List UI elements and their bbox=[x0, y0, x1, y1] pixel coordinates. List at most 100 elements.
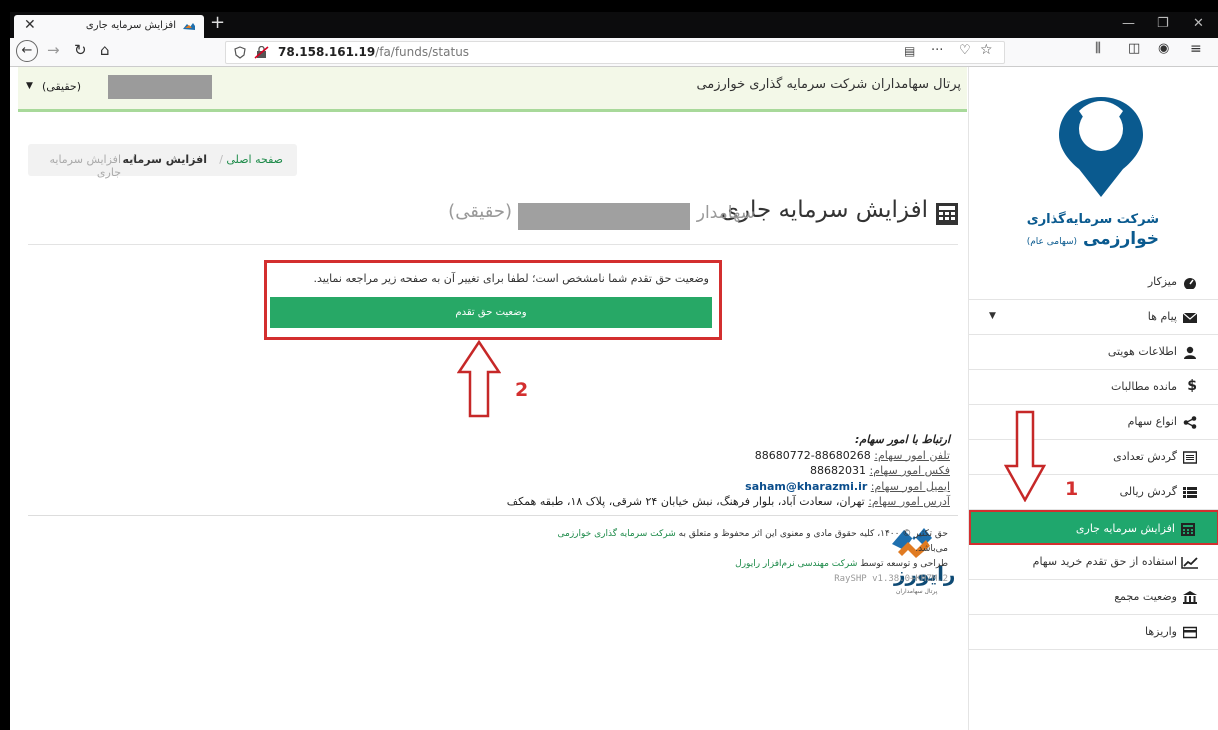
sidebar-item-label: استفاده از حق تقدم خرید سهام bbox=[1032, 555, 1177, 568]
redacted-user-name bbox=[108, 75, 212, 99]
annotation-arrow-down-icon bbox=[1004, 410, 1046, 502]
sidebar-item-dashboard[interactable]: میزکار bbox=[969, 265, 1218, 300]
sidebar-item-balance[interactable]: $ مانده مطالبات bbox=[969, 370, 1218, 405]
user-type: (حقیقی) bbox=[42, 80, 81, 93]
page-actions-icon[interactable]: ··· bbox=[931, 43, 943, 58]
rayvarz-brand-sub: پرتال سهامداران bbox=[896, 588, 938, 595]
window-close-icon[interactable]: ✕ bbox=[1193, 16, 1204, 31]
portal-header: پرتال سهامداران شرکت سرمایه گذاری خوارزم… bbox=[18, 67, 967, 112]
pocket-icon[interactable]: ♡ bbox=[959, 43, 971, 58]
chevron-down-icon: ▼ bbox=[26, 81, 33, 91]
calculator-icon bbox=[936, 203, 958, 225]
breadcrumb-current: افزایش سرمایه جاری bbox=[49, 153, 121, 179]
address-label: آدرس امور سهام: bbox=[868, 495, 950, 508]
reload-icon[interactable]: ↻ bbox=[74, 41, 87, 59]
email-label: ایمیل امور سهام: bbox=[870, 479, 950, 493]
account-icon[interactable]: ◉ bbox=[1158, 41, 1169, 56]
company-name-line2: خوارزمی (سهامی عام) bbox=[1027, 229, 1159, 249]
credit-card-icon bbox=[1183, 626, 1197, 639]
phone-label: تلفن امور سهام: bbox=[874, 448, 950, 462]
sidebar-item-priority-rights[interactable]: استفاده از حق تقدم خرید سهام bbox=[969, 545, 1218, 580]
redacted-shareholder-name bbox=[518, 203, 690, 230]
copyright-line: حق تکثیر © ۱۴۰۰، کلیه حقوق مادی و معنوی … bbox=[558, 527, 949, 542]
chevron-down-icon: ▼ bbox=[989, 311, 996, 321]
sidebar-item-label: افزایش سرمایه جاری bbox=[1075, 522, 1175, 535]
sidebar-item-deposits[interactable]: واریزها bbox=[969, 615, 1218, 650]
company-name-line1: شرکت سرمایه‌گذاری bbox=[1026, 212, 1159, 227]
dashboard-icon bbox=[1184, 278, 1196, 289]
sidebar-item-label: انواع سهام bbox=[1127, 415, 1177, 428]
fax-label: فکس امور سهام: bbox=[869, 464, 950, 477]
breadcrumb-separator: / bbox=[131, 153, 135, 166]
annotation-arrow-up-icon bbox=[457, 340, 501, 418]
company-logo bbox=[1059, 97, 1143, 197]
email-link[interactable]: saham@kharazmi.ir bbox=[745, 480, 867, 493]
contact-info: ارتباط با امور سهام: تلفن امور سهام: 886… bbox=[507, 432, 950, 510]
bookmark-star-icon[interactable]: ☆ bbox=[980, 42, 993, 58]
priority-status-button[interactable]: وضعیت حق تقدم bbox=[270, 297, 712, 328]
sidebar-item-messages[interactable]: پیام ها ▼ bbox=[969, 300, 1218, 335]
tab-close-icon[interactable]: ✕ bbox=[24, 17, 36, 33]
address-bar[interactable]: 78.158.161.19/fa/funds/status ▤ ··· ♡ ☆ bbox=[225, 41, 1005, 64]
phone-value: 88680268-88680772 bbox=[754, 448, 871, 462]
contact-title: ارتباط با امور سهام: bbox=[855, 433, 950, 446]
url-path: /fa/funds/status bbox=[375, 45, 470, 59]
company-name: شرکت سرمایه‌گذاری خوارزمی (سهامی عام) bbox=[1027, 212, 1159, 249]
breadcrumb: صفحه اصلی / افزایش سرمایه / افزایش سرمای… bbox=[28, 144, 297, 179]
line-chart-icon bbox=[1181, 557, 1198, 569]
sidebar: شرکت سرمایه‌گذاری خوارزمی (سهامی عام) می… bbox=[968, 67, 1218, 730]
alert-message: وضعیت حق تقدم شما نامشخص است؛ لطفا برای … bbox=[313, 272, 709, 285]
calculator-icon bbox=[1181, 523, 1195, 536]
shield-icon[interactable] bbox=[234, 46, 246, 59]
sidebar-item-identity[interactable]: اطلاعات هویتی bbox=[969, 335, 1218, 370]
browser-window: افزایش سرمایه جاری ✕ + — ❐ ✕ ← → ↻ ⌂ 78.… bbox=[10, 12, 1218, 730]
url-text: 78.158.161.19/fa/funds/status bbox=[278, 45, 469, 59]
sidebar-item-label: گردش تعدادی bbox=[1113, 450, 1177, 463]
annotation-number-1: 1 bbox=[1065, 478, 1079, 500]
restore-icon[interactable]: ❐ bbox=[1157, 16, 1169, 31]
page-title-role: سهامدار bbox=[696, 203, 755, 223]
user-icon bbox=[1184, 346, 1196, 359]
contact-phone: تلفن امور سهام: 88680268-88680772 bbox=[507, 448, 950, 464]
back-icon[interactable]: ← bbox=[16, 40, 38, 62]
browser-tab[interactable]: افزایش سرمایه جاری ✕ bbox=[14, 15, 204, 38]
breadcrumb-home[interactable]: صفحه اصلی bbox=[226, 153, 283, 166]
company-name-main: خوارزمی bbox=[1082, 229, 1159, 249]
list-alt-icon bbox=[1183, 451, 1197, 464]
developer-prefix: طراحی و توسعه توسط bbox=[860, 559, 948, 569]
sidebar-item-assembly-status[interactable]: وضعیت مجمع bbox=[969, 580, 1218, 615]
sidebar-item-label: اطلاعات هویتی bbox=[1107, 345, 1177, 358]
insecure-lock-icon[interactable] bbox=[254, 46, 270, 59]
sidebar-item-label: مانده مطالبات bbox=[1111, 380, 1177, 393]
address-value: تهران، سعادت آباد، بلوار فرهنگ، نبش خیاب… bbox=[506, 495, 865, 508]
developer-link[interactable]: شرکت مهندسی نرم‌افزار رایورل bbox=[735, 559, 857, 569]
sidebar-item-current-capital-increase[interactable]: افزایش سرمایه جاری bbox=[969, 510, 1218, 545]
sidebar-toggle-icon[interactable]: ◫ bbox=[1128, 41, 1140, 56]
navigation-bar: ← → ↻ ⌂ 78.158.161.19/fa/funds/status ▤ … bbox=[10, 38, 1218, 67]
minimize-icon[interactable]: — bbox=[1122, 16, 1135, 31]
url-host: 78.158.161.19 bbox=[278, 45, 376, 59]
company-link[interactable]: شرکت سرمایه گذاری خوارزمی bbox=[558, 529, 676, 539]
breadcrumb-section[interactable]: افزایش سرمایه bbox=[123, 153, 208, 166]
version-text: RaySHP v1.38.0+KHZM.2 bbox=[834, 574, 948, 584]
tab-bar: افزایش سرمایه جاری ✕ + — ❐ ✕ bbox=[10, 12, 1218, 38]
library-icon[interactable]: ⫼ bbox=[1095, 41, 1101, 56]
divider bbox=[28, 244, 958, 245]
envelope-icon bbox=[1183, 312, 1197, 323]
company-name-sub: (سهامی عام) bbox=[1026, 237, 1078, 247]
home-icon[interactable]: ⌂ bbox=[100, 41, 110, 59]
page-title-user-type: (حقیقی) bbox=[448, 201, 512, 222]
sidebar-item-label: وضعیت مجمع bbox=[1114, 590, 1177, 603]
contact-email: ایمیل امور سهام: saham@kharazmi.ir bbox=[507, 479, 950, 495]
site-favicon-icon bbox=[183, 23, 195, 30]
contact-fax: فکس امور سهام: 88682031 bbox=[507, 463, 950, 479]
hamburger-menu-icon[interactable]: ≡ bbox=[1190, 41, 1202, 57]
forward-icon[interactable]: → bbox=[47, 41, 60, 59]
copyright-prefix: حق تکثیر © ۱۴۰۰، کلیه حقوق مادی و معنوی … bbox=[678, 529, 948, 539]
reader-view-icon[interactable]: ▤ bbox=[904, 44, 915, 58]
priority-status-alert: وضعیت حق تقدم شما نامشخص است؛ لطفا برای … bbox=[264, 260, 722, 340]
developer-line: طراحی و توسعه توسط شرکت مهندسی نرم‌افزار… bbox=[558, 557, 948, 572]
new-tab-icon[interactable]: + bbox=[210, 12, 225, 33]
sidebar-item-label: واریزها bbox=[1145, 625, 1177, 638]
share-icon bbox=[1183, 416, 1197, 429]
